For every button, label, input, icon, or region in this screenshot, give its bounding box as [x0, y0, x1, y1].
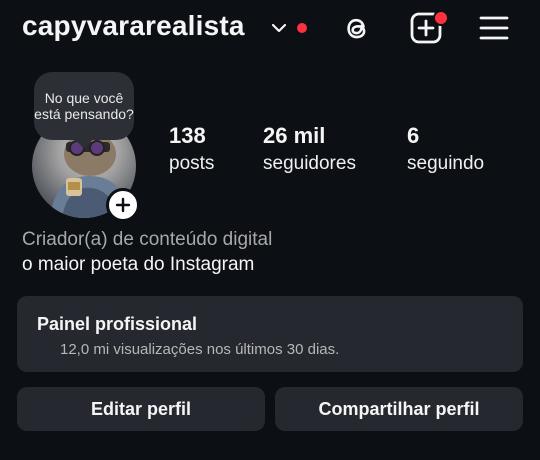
new-post-notification-dot [433, 10, 449, 26]
profile-header: No que você está pensando? 138 posts 26 … [0, 62, 540, 232]
edit-profile-button[interactable]: Editar perfil [17, 387, 265, 431]
stat-label: seguindo [407, 153, 485, 174]
stat-followers[interactable]: 26 mil seguidores [263, 123, 356, 177]
stat-posts[interactable]: 138 posts [169, 123, 214, 177]
threads-icon[interactable] [339, 10, 375, 46]
username[interactable]: capyvararealista [22, 10, 245, 42]
chevron-down-icon[interactable] [270, 19, 288, 37]
panel-subtitle: 12,0 mi visualizações nos últimos 30 dia… [60, 341, 340, 358]
note-bubble[interactable]: No que você está pensando? [34, 72, 134, 140]
bio-category: Criador(a) de conteúdo digital [22, 229, 273, 250]
menu-icon[interactable] [476, 10, 512, 46]
add-story-button[interactable] [106, 188, 140, 222]
stat-value: 6 [407, 123, 420, 148]
share-profile-button[interactable]: Compartilhar perfil [275, 387, 523, 431]
stat-value: 26 mil [263, 123, 326, 148]
stat-label: posts [169, 153, 215, 174]
professional-dashboard-card[interactable]: Painel profissional 12,0 mi visualizaçõe… [17, 296, 523, 372]
stat-value: 138 [169, 123, 206, 148]
plus-icon [115, 197, 131, 213]
account-notification-dot [297, 23, 307, 33]
stat-label: seguidores [263, 153, 356, 174]
bio-text: o maior poeta do Instagram [22, 254, 255, 275]
stat-following[interactable]: 6 seguindo [407, 123, 484, 177]
top-bar: capyvararealista [0, 0, 540, 60]
panel-title: Painel profissional [37, 314, 198, 334]
